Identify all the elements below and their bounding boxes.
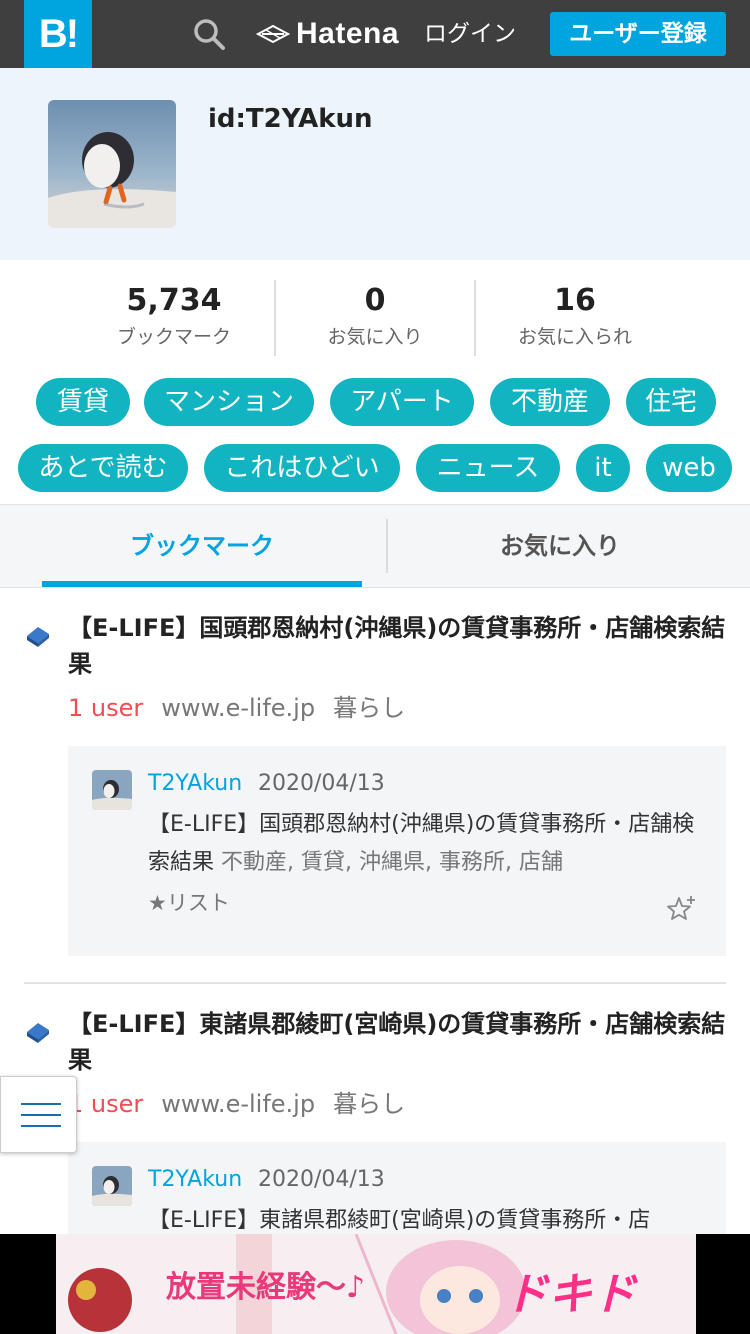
tag-chip[interactable]: これはひどい	[204, 444, 400, 492]
add-to-list-link[interactable]: ★リスト	[148, 886, 230, 920]
entry-domain[interactable]: www.e-life.jp	[161, 694, 315, 722]
entry-meta: 1 user www.e-life.jp 暮らし	[68, 1086, 405, 1122]
top-bar: B! Hatena ログイン ユーザー登録	[0, 0, 750, 68]
entry-category[interactable]: 暮らし	[333, 694, 405, 722]
tag-chip[interactable]: 住宅	[626, 378, 716, 426]
tag-chip[interactable]: 賃貸	[36, 378, 130, 426]
entry-meta: 1 user www.e-life.jp 暮らし	[68, 690, 405, 726]
hamburger-menu-button[interactable]	[0, 1076, 77, 1153]
tag-chip[interactable]: it	[576, 444, 630, 492]
login-link[interactable]: ログイン	[424, 17, 516, 51]
ad-banner[interactable]: 放置未経験〜♪ ドキドキ…	[56, 1234, 696, 1334]
comment-text: 【E-LIFE】東諸県郡綾町(宮崎県)の賃貸事務所・店	[148, 1202, 708, 1234]
user-id: id:T2YAkun	[208, 104, 373, 134]
tag-chip[interactable]: ニュース	[416, 444, 560, 492]
stat-value: 16	[554, 283, 596, 318]
comment-tags[interactable]: 不動産, 賃貸, 沖縄県, 事務所, 店舗	[221, 850, 563, 875]
hatena-bookmark-logo[interactable]: B!	[24, 0, 92, 68]
comment-body: 【E-LIFE】東諸県郡綾町(宮崎県)の賃貸事務所・店	[148, 1208, 651, 1233]
comment-date[interactable]: 2020/04/13	[258, 768, 385, 800]
entry-domain[interactable]: www.e-life.jp	[161, 1090, 315, 1118]
tab-divider	[386, 519, 388, 573]
hatena-brand[interactable]: Hatena	[256, 14, 399, 54]
entry-divider	[24, 982, 726, 984]
comment-username[interactable]: T2YAkun	[148, 768, 242, 800]
tag-chip[interactable]: マンション	[144, 378, 314, 426]
comment-date[interactable]: 2020/04/13	[258, 1164, 385, 1196]
hamburger-icon	[21, 1125, 61, 1127]
ad-headline: 放置未経験〜♪	[166, 1270, 366, 1305]
register-button[interactable]: ユーザー登録	[550, 12, 726, 56]
brand-name: Hatena	[296, 17, 400, 50]
stat-label: ブックマーク	[116, 326, 231, 348]
tag-chip[interactable]: web	[646, 444, 732, 492]
comment-card: T2YAkun 2020/04/13 【E-LIFE】東諸県郡綾町(宮崎県)の賃…	[68, 1142, 726, 1234]
stat-favorites[interactable]: 0 お気に入り	[274, 280, 474, 356]
entry-title[interactable]: 【E-LIFE】東諸県郡綾町(宮崎県)の賃貸事務所・店舗検索結果	[68, 1006, 728, 1078]
entry-category[interactable]: 暮らし	[333, 1090, 405, 1118]
hamburger-icon	[21, 1114, 61, 1116]
avatar[interactable]	[48, 100, 176, 228]
entry-title[interactable]: 【E-LIFE】国頭郡恩納村(沖縄県)の賃貸事務所・店舗検索結果	[68, 610, 728, 682]
user-count[interactable]: 1 user	[68, 694, 143, 722]
stats-row: 5,734 ブックマーク 0 お気に入り 16 お気に入られ	[74, 280, 676, 356]
stat-favorited[interactable]: 16 お気に入られ	[474, 280, 674, 356]
tag-chip[interactable]: アパート	[330, 378, 474, 426]
site-favicon-icon	[27, 627, 49, 647]
user-count[interactable]: 1 user	[68, 1090, 143, 1118]
bookmark-entry: 【E-LIFE】国頭郡恩納村(沖縄県)の賃貸事務所・店舗検索結果 1 user w…	[0, 610, 750, 970]
comment-avatar[interactable]	[92, 770, 132, 810]
add-star-icon[interactable]	[666, 894, 696, 924]
tab-bookmarks[interactable]: ブックマーク	[42, 505, 362, 587]
ad-tagline: ドキドキ…	[504, 1269, 636, 1334]
comment-card: T2YAkun 2020/04/13 【E-LIFE】国頭郡恩納村(沖縄県)の賃…	[68, 746, 726, 956]
bookmark-entry: 【E-LIFE】東諸県郡綾町(宮崎県)の賃貸事務所・店舗検索結果 1 user w…	[0, 1006, 750, 1234]
comment-avatar[interactable]	[92, 1166, 132, 1206]
stat-bookmarks[interactable]: 5,734 ブックマーク	[74, 280, 274, 356]
site-favicon-icon	[27, 1023, 49, 1043]
ad-bar: 放置未経験〜♪ ドキドキ…	[0, 1234, 750, 1334]
stat-label: お気に入られ	[517, 326, 632, 348]
tag-chip[interactable]: 不動産	[490, 378, 610, 426]
comment-text: 【E-LIFE】国頭郡恩納村(沖縄県)の賃貸事務所・店舗検索結果 不動産, 賃貸…	[148, 806, 708, 882]
profile-header: id:T2YAkun	[0, 68, 750, 260]
tab-favorites[interactable]: お気に入り	[400, 505, 720, 587]
stat-value: 0	[364, 283, 386, 318]
hamburger-icon	[21, 1103, 61, 1105]
stat-label: お気に入り	[327, 326, 423, 348]
search-icon[interactable]	[192, 17, 226, 51]
stat-value: 5,734	[126, 283, 222, 318]
tag-chip[interactable]: あとで読む	[18, 444, 188, 492]
comment-username[interactable]: T2YAkun	[148, 1164, 242, 1196]
hatena-brand-icon	[256, 24, 290, 44]
tab-bar: ブックマーク お気に入り	[0, 504, 750, 588]
